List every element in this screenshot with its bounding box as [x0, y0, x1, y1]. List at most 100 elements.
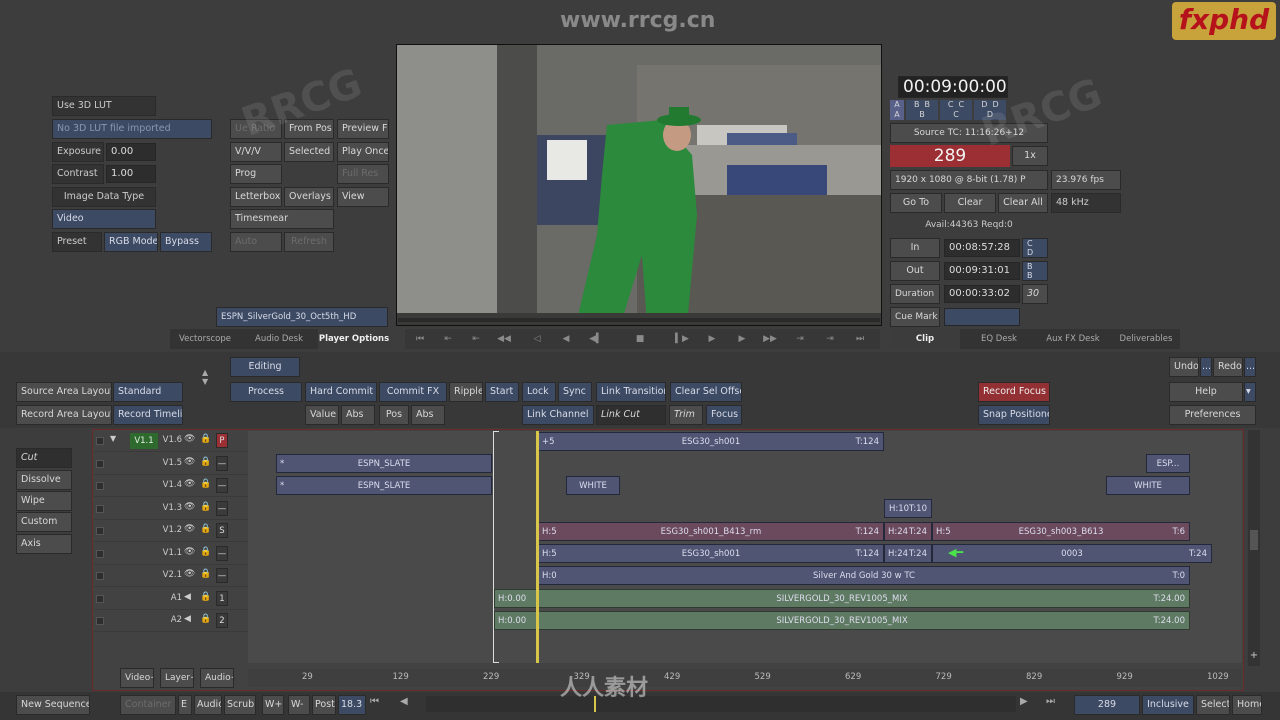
clip-espn-slate-1[interactable]: * ESPN_SLATE — [276, 454, 492, 473]
use-3d-lut-button[interactable]: Use 3D LUT — [52, 96, 156, 116]
speed-button[interactable]: 1x — [1012, 146, 1048, 166]
patch-b[interactable]: B BB — [906, 100, 938, 120]
link-cut-button[interactable]: Link Cut — [596, 405, 666, 425]
pos-button[interactable]: Pos — [379, 405, 409, 425]
video-plus-button[interactable]: Video+ — [120, 668, 154, 688]
editing-mode-button[interactable]: Editing — [230, 357, 300, 377]
track-header-row[interactable]: V1.3 👁 🔒 — — [94, 499, 248, 520]
transition-axis[interactable]: Axis — [16, 534, 72, 554]
overlays-button[interactable]: Overlays — [284, 187, 334, 207]
step-back-fast-icon[interactable]: ◀◀ — [494, 332, 514, 346]
tab-clip[interactable]: Clip — [890, 329, 960, 349]
clip-white-1[interactable]: WHITE — [566, 476, 620, 495]
container-button[interactable]: Container — [120, 695, 176, 715]
link-channel-button[interactable]: Link Channel — [522, 405, 594, 425]
transition-cut[interactable]: Cut — [16, 448, 72, 468]
standard-select[interactable]: Standard — [113, 382, 183, 402]
audio-toggle-button[interactable]: Audio — [194, 695, 222, 715]
clip-h10t10[interactable]: H:10T:10 — [884, 499, 932, 518]
playhead[interactable] — [536, 431, 539, 663]
record-focus-button[interactable]: Record Focus — [978, 382, 1050, 402]
focus-button[interactable]: Focus — [706, 405, 742, 425]
in-timecode[interactable]: 00:08:57:28 — [944, 239, 1020, 257]
speaker-icon[interactable]: ◀ — [184, 592, 191, 602]
video-select[interactable]: Video — [52, 209, 156, 229]
cue-mark-button[interactable]: Cue Mark — [890, 307, 940, 327]
ripple-button[interactable]: Ripple — [449, 382, 483, 402]
link-transition-button[interactable]: Link Transition — [596, 382, 666, 402]
timeline-vertical-scrollbar[interactable]: + — [1248, 430, 1260, 666]
track-header-row[interactable]: V1.4 👁 🔒 — — [94, 476, 248, 497]
lock-icon[interactable]: 🔒 — [200, 457, 211, 467]
clip-v16-esg30-sh001[interactable]: +5 ESG30_sh001 T:124 — [538, 432, 884, 451]
lock-icon[interactable]: 🔒 — [200, 592, 211, 602]
transition-custom[interactable]: Custom — [16, 512, 72, 532]
select-button[interactable]: Select — [1196, 695, 1230, 715]
clip-v11-0003[interactable]: 0003 T:24 — [932, 544, 1212, 563]
clip-v12-transition[interactable]: H:24 T:24 — [884, 522, 932, 541]
help-dropdown-icon[interactable]: ▾ — [1244, 382, 1256, 402]
abs-button-2[interactable]: Abs — [411, 405, 445, 425]
new-sequence-button[interactable]: New Sequence — [16, 695, 90, 715]
zoom-plus-icon[interactable]: + — [1248, 650, 1260, 662]
abs-button-1[interactable]: Abs — [341, 405, 375, 425]
cue-mark-field[interactable] — [944, 308, 1020, 326]
commit-fx-button[interactable]: Commit FX — [379, 382, 447, 402]
letterbox-button[interactable]: Letterbox — [230, 187, 282, 207]
track-toggle[interactable]: — — [216, 455, 228, 471]
track-header-row[interactable]: V2.1 👁 🔒 — — [94, 566, 248, 587]
track-toggle[interactable]: S — [216, 523, 228, 538]
prev-mark-icon[interactable]: ◁ — [527, 332, 547, 346]
preview-fx-button[interactable]: Preview FX — [337, 119, 389, 139]
nudge-back-icon[interactable]: ◀ — [400, 696, 420, 714]
next-edit-icon[interactable]: ⇥ — [790, 332, 810, 346]
start-button[interactable]: Start — [485, 382, 519, 402]
jump-forward-icon[interactable]: ⏭ — [1046, 696, 1070, 714]
hard-commit-button[interactable]: Hard Commit — [305, 382, 377, 402]
full-res-button[interactable]: Full Res — [337, 164, 389, 184]
duration-timecode[interactable]: 00:00:33:02 — [944, 285, 1020, 303]
track-toggle[interactable]: — — [216, 500, 228, 516]
next-cut-icon[interactable]: ⇥ — [820, 332, 840, 346]
track-toggle[interactable]: — — [216, 545, 228, 561]
eye-icon[interactable]: 👁 — [184, 524, 195, 534]
transition-dissolve[interactable]: Dissolve — [16, 470, 72, 490]
exposure-field[interactable]: 0.00 — [106, 143, 156, 161]
patch-a[interactable]: AA — [890, 100, 904, 120]
timesmear-button[interactable]: Timesmear — [230, 209, 334, 229]
bottom-frame-field[interactable]: 289 — [1074, 695, 1140, 715]
track-toggle[interactable]: — — [216, 478, 228, 493]
refresh-button[interactable]: Refresh — [284, 232, 334, 252]
reverse-play-icon[interactable]: ◀▍ — [586, 332, 606, 346]
track-header-row[interactable]: A2 ◀ 🔒 2 — [94, 611, 248, 632]
clip-esp[interactable]: ESP... — [1146, 454, 1190, 473]
value-button[interactable]: Value — [305, 405, 339, 425]
eye-icon[interactable]: 👁 — [184, 502, 195, 512]
lock-icon[interactable]: 🔒 — [200, 524, 211, 534]
scroll-thumb[interactable] — [1250, 530, 1258, 550]
eye-icon[interactable]: 👁 — [184, 547, 195, 557]
help-button[interactable]: Help — [1169, 382, 1243, 402]
step-back-icon[interactable]: ◀ — [556, 332, 576, 346]
lock-icon[interactable]: 🔒 — [200, 434, 211, 444]
audio-plus-button[interactable]: Audio+ — [200, 668, 234, 688]
post-button[interactable]: Post — [312, 695, 336, 715]
contrast-field[interactable]: 1.00 — [106, 165, 156, 183]
prog-button[interactable]: Prog — [230, 164, 282, 184]
timeline-ruler[interactable]: 29 129 229 329 429 529 629 729 829 929 1029 — [248, 669, 1242, 687]
record-timeline-select[interactable]: Record Timeline — [113, 405, 183, 425]
track-select-box[interactable] — [96, 594, 104, 603]
selected-button[interactable]: Selected — [284, 142, 334, 162]
nudge-forward-icon[interactable]: ▶ — [1020, 696, 1040, 714]
selection-bracket[interactable] — [493, 431, 499, 663]
in-cd-patch[interactable]: CD — [1022, 238, 1048, 258]
track-toggle[interactable]: 2 — [216, 613, 228, 628]
source-track-label[interactable]: V1.1 — [130, 433, 158, 449]
lock-icon[interactable]: 🔒 — [200, 479, 211, 489]
tab-vectorscope[interactable]: Vectorscope — [170, 329, 240, 349]
patch-c[interactable]: C CC — [940, 100, 972, 120]
lock-icon[interactable]: 🔒 — [200, 569, 211, 579]
stop-icon[interactable]: ■ — [630, 332, 650, 346]
redo-more-button[interactable]: ... — [1244, 357, 1256, 377]
vvv-button[interactable]: V/V/V — [230, 142, 282, 162]
